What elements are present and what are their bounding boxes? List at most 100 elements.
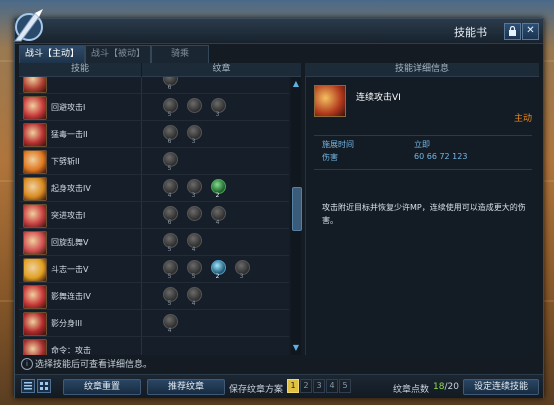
rune-slot-icon[interactable] xyxy=(187,206,202,221)
rune-points-label: 纹章点数 xyxy=(393,385,430,395)
rune-count: 5 xyxy=(167,165,172,172)
rune-count: 2 xyxy=(215,273,220,280)
title-bar[interactable]: 技能书 ✕ xyxy=(14,9,543,44)
rune-count: 5 xyxy=(167,246,172,253)
skill-row[interactable]: 下劈斩II 5 xyxy=(19,148,289,175)
scheme-2-button[interactable]: 2 xyxy=(300,379,312,393)
close-icon: ✕ xyxy=(526,25,535,36)
skill-icon xyxy=(23,258,47,282)
recommend-rune-button[interactable]: 推荐纹章 xyxy=(147,379,225,395)
skill-row[interactable]: 猛毒一击II 6 3 xyxy=(19,121,289,148)
detail-skill-name: 连续攻击VI xyxy=(356,93,401,103)
column-header-detail: 技能详细信息 xyxy=(305,63,539,77)
rune-count: 4 xyxy=(167,327,172,334)
bottom-bar: 纹章重置 推荐纹章 保存纹章方案 1 2 3 4 5 纹章点数 18/20 设定… xyxy=(15,374,543,398)
save-scheme-label: 保存纹章方案 xyxy=(229,385,284,395)
cast-time-value: 立即 xyxy=(414,140,430,149)
lock-icon xyxy=(509,25,516,36)
skill-row[interactable]: 命令：攻击 xyxy=(19,337,289,355)
rune-count: 3 xyxy=(191,192,196,199)
skill-icon xyxy=(23,150,47,174)
scroll-thumb[interactable] xyxy=(292,187,302,231)
rune-count: 4 xyxy=(191,246,196,253)
skill-icon xyxy=(23,123,47,147)
tab-combat-active[interactable]: 战斗【主动】 xyxy=(19,45,85,63)
skill-name: 猛毒一击II xyxy=(51,130,88,139)
rune-count: 6 xyxy=(167,84,172,91)
skill-icon xyxy=(23,77,47,93)
skill-name: 影分身III xyxy=(51,319,83,328)
rune-count: 3 xyxy=(215,111,220,118)
rune-count: 6 xyxy=(167,138,172,145)
rune-count: 3 xyxy=(239,273,244,280)
hint-text: 选择技能后可查看详细信息。 xyxy=(35,360,153,370)
rune-reset-button[interactable]: 纹章重置 xyxy=(63,379,141,395)
rune-count: 4 xyxy=(167,192,172,199)
column-header-skill: 技能 xyxy=(19,63,141,77)
skill-icon xyxy=(23,231,47,255)
skill-row[interactable]: 影分身III 4 xyxy=(19,310,289,337)
skill-name: 起身攻击IV xyxy=(51,184,91,193)
divider xyxy=(314,169,532,170)
skill-icon xyxy=(23,339,47,355)
rune-count: 2 xyxy=(215,192,220,199)
skill-name: 回旋乱舞V xyxy=(51,238,89,247)
rune-count: 5 xyxy=(167,300,172,307)
close-button[interactable]: ✕ xyxy=(522,23,539,40)
skill-icon xyxy=(23,312,47,336)
skill-name-cell: 斗志一击V xyxy=(19,256,142,282)
hint-bar: i 选择技能后可查看详细信息。 xyxy=(19,357,539,371)
skill-name-cell: 影舞连击IV xyxy=(19,283,142,309)
skill-name-cell: 回旋乱舞V xyxy=(19,229,142,255)
skill-row[interactable]: 斗志一击V 5 5 2 3 xyxy=(19,256,289,283)
detail-skill-icon xyxy=(314,85,346,117)
skill-name: 回避攻击I xyxy=(51,103,86,112)
scheme-3-button[interactable]: 3 xyxy=(313,379,325,393)
info-icon: i xyxy=(21,358,33,370)
skill-name-cell: 影分身III xyxy=(19,310,142,336)
skill-name-cell: 起身攻击IV xyxy=(19,175,142,201)
scheme-5-button[interactable]: 5 xyxy=(339,379,351,393)
tab-combat-passive[interactable]: 战斗【被动】 xyxy=(85,45,151,63)
skill-detail-panel: 连续攻击VI 主动 施展时间 立即 伤害 60 66 72 123 攻击附近目标… xyxy=(305,77,540,355)
rune-count: 6 xyxy=(167,219,172,226)
skill-name: 斗志一击V xyxy=(51,265,89,274)
rune-count: 3 xyxy=(191,138,196,145)
damage-value: 60 66 72 123 xyxy=(414,152,468,161)
skill-row[interactable]: 6 xyxy=(19,77,289,94)
rune-count: 4 xyxy=(215,219,220,226)
tab-riding[interactable]: 骑乘 xyxy=(151,45,209,63)
skill-name: 命令：攻击 xyxy=(51,346,91,355)
skill-list: 6 回避攻击I 5 3 猛毒一击II 6 3 下劈斩II 5 起身攻击IV 4 3 2 突进攻击I 6 4 回旋… xyxy=(19,77,289,355)
rune-points-value: 18/20 xyxy=(433,382,459,392)
list-view-icon[interactable] xyxy=(21,379,35,393)
scroll-up-icon[interactable]: ▲ xyxy=(291,79,301,89)
cast-time-label: 施展时间 xyxy=(322,140,354,149)
skill-row[interactable]: 回避攻击I 5 3 xyxy=(19,94,289,121)
skill-name: 下劈斩II xyxy=(51,157,80,166)
damage-label: 伤害 xyxy=(322,153,338,162)
rune-slot-icon[interactable] xyxy=(187,98,202,113)
skill-row[interactable]: 回旋乱舞V 5 4 xyxy=(19,229,289,256)
lock-button[interactable] xyxy=(504,23,521,40)
column-header-rune: 纹章 xyxy=(142,63,301,77)
scheme-1-button[interactable]: 1 xyxy=(287,379,299,393)
skill-name-cell: 猛毒一击II xyxy=(19,121,142,147)
skill-icon xyxy=(23,177,47,201)
skill-row[interactable]: 影舞连击IV 5 4 xyxy=(19,283,289,310)
skill-name-cell: 突进攻击I xyxy=(19,202,142,228)
skill-name-cell xyxy=(19,77,142,93)
skill-row[interactable]: 起身攻击IV 4 3 2 xyxy=(19,175,289,202)
skill-list-scrollbar[interactable]: ▲ ▼ xyxy=(291,77,302,355)
scroll-down-icon[interactable]: ▼ xyxy=(291,343,301,353)
skill-name-cell: 命令：攻击 xyxy=(19,337,142,355)
skill-name-cell: 下劈斩II xyxy=(19,148,142,174)
rune-count: 4 xyxy=(191,300,196,307)
scheme-4-button[interactable]: 4 xyxy=(326,379,338,393)
detail-skill-type: 主动 xyxy=(513,114,532,124)
skill-book-emblem-icon xyxy=(14,9,43,42)
rune-count: 5 xyxy=(191,273,196,280)
skill-row[interactable]: 突进攻击I 6 4 xyxy=(19,202,289,229)
set-combo-skill-button[interactable]: 设定连续技能 xyxy=(463,379,539,395)
grid-view-icon[interactable] xyxy=(37,379,51,393)
